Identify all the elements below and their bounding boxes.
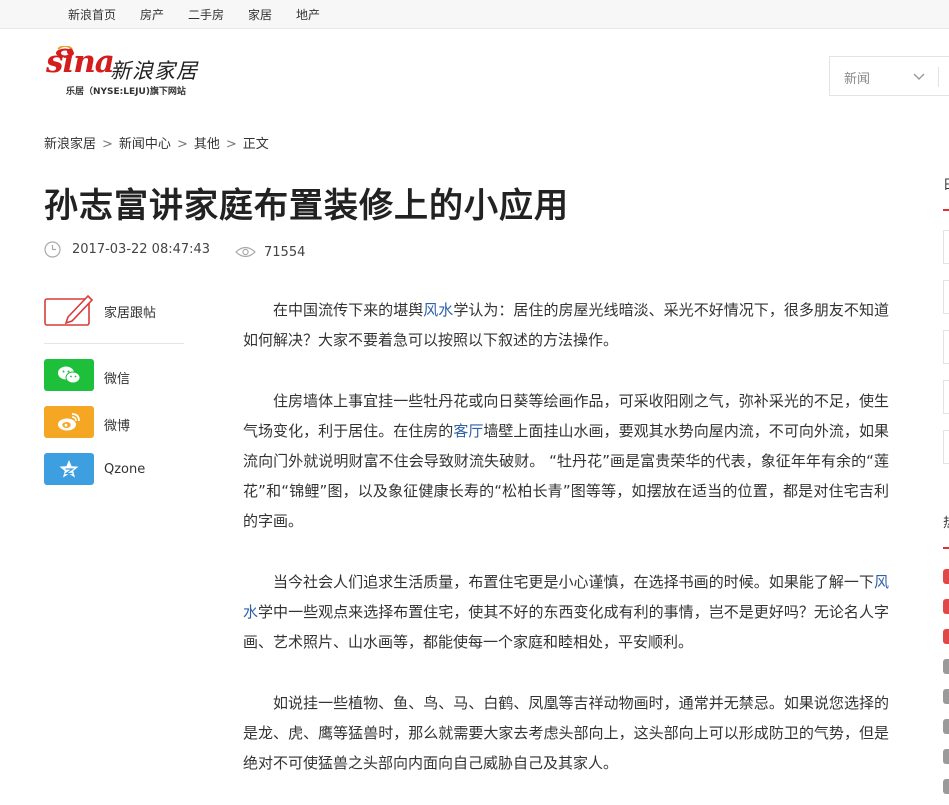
paragraph-text: 学中一些观点来选择布置住宅，使其不好的东西变化成有利的事情，岂不是更好吗？无论名… xyxy=(243,603,889,651)
keyword-link-living-room[interactable]: 客厅 xyxy=(453,422,483,440)
logo-subtitle: 乐居（NYSE:LEJU)旗下网站 xyxy=(66,87,186,97)
breadcrumb-item-current: 正文 xyxy=(242,137,269,152)
article-paragraph: 在中国流传下来的堪舆风水学认为：居住的房屋光线暗淡、采光不好情况下，很多朋友不知… xyxy=(243,295,889,355)
topnav-item-property[interactable]: 地产 xyxy=(296,6,320,23)
article-paragraph: 当今社会人们追求生活质量，布置住宅更是小心谨慎，在选择书画的时候。如果能了解一下… xyxy=(243,567,889,657)
breadcrumb-separator: > xyxy=(225,137,237,152)
breadcrumb-item-home[interactable]: 新浪家居 xyxy=(44,133,96,152)
paragraph-text: 如说挂一些植物、鱼、鸟、马、白鹤、凤凰等吉祥动物画时，通常并无禁忌。如果说您选择… xyxy=(243,694,889,772)
breadcrumb-separator: > xyxy=(102,137,113,152)
logo-brand-text: sina xyxy=(46,44,115,80)
share-qzone-label[interactable]: Qzone xyxy=(104,462,145,477)
article-paragraph: 如说挂一些植物、鱼、鸟、马、白鹤、凤凰等吉祥动物画时，通常并无禁忌。如果说您选择… xyxy=(243,688,889,778)
paragraph-text: 当今社会人们追求生活质量，布置住宅更是小心谨慎，在选择书画的时候。如果能了解一下 xyxy=(273,573,874,591)
right-sidebar-tab[interactable] xyxy=(943,230,949,264)
qzone-star-icon xyxy=(59,460,79,478)
share-wechat-label[interactable]: 微信 xyxy=(104,368,130,387)
rank-badge xyxy=(943,599,949,614)
topnav-item-sina-home[interactable]: 新浪首页 xyxy=(68,6,116,23)
share-divider xyxy=(44,343,184,344)
search-divider xyxy=(938,67,939,87)
share-wechat-button[interactable] xyxy=(44,359,94,391)
right-sidebar-hot-heading-cut: 热 xyxy=(943,512,949,531)
right-sidebar-tab[interactable] xyxy=(943,430,949,464)
topnav-item-home[interactable]: 家居 xyxy=(248,6,272,23)
article-body: 在中国流传下来的堪舆风水学认为：居住的房屋光线暗淡、采光不好情况下，很多朋友不知… xyxy=(243,295,889,805)
views-eye-icon xyxy=(235,246,256,258)
right-sidebar-rule xyxy=(943,209,949,211)
search-category-select[interactable]: 新闻 xyxy=(829,56,949,96)
chevron-down-icon xyxy=(913,73,925,80)
site-logo[interactable]: sina 新浪家居 乐居（NYSE:LEJU)旗下网站 xyxy=(46,44,216,100)
article-paragraph: 住房墙体上事宜挂一些牡丹花或向日葵等绘画作品，可采收阳刚之气，弥补采光的不足，使… xyxy=(243,386,889,536)
topnav-item-second-hand[interactable]: 二手房 xyxy=(188,6,224,23)
paragraph-text: 在中国流传下来的堪舆 xyxy=(273,301,424,319)
breadcrumb: 新浪家居 > 新闻中心 > 其他 > 正文 xyxy=(44,133,269,152)
article-title: 孙志富讲家庭布置装修上的小应用 xyxy=(44,186,569,226)
keyword-link-fengshui[interactable]: 风水 xyxy=(423,301,453,319)
rank-badge xyxy=(943,719,949,734)
article-view-count: 71554 xyxy=(264,245,306,260)
share-weibo-label[interactable]: 微博 xyxy=(104,415,130,434)
rank-badge xyxy=(943,659,949,674)
share-qzone-button[interactable] xyxy=(44,453,94,485)
share-weibo-button[interactable] xyxy=(44,406,94,438)
right-sidebar-tab[interactable] xyxy=(943,380,949,414)
rank-badge xyxy=(943,629,949,644)
comment-pen-icon[interactable] xyxy=(44,293,94,327)
rank-badge xyxy=(943,779,949,794)
clock-icon xyxy=(44,241,61,258)
top-nav-bar: 新浪首页 房产 二手房 家居 地产 xyxy=(0,0,949,29)
topnav-item-house[interactable]: 房产 xyxy=(140,6,164,23)
comment-label[interactable]: 家居跟帖 xyxy=(104,302,156,321)
logo-site-name: 新浪家居 xyxy=(110,59,198,83)
right-sidebar-tab[interactable] xyxy=(943,330,949,364)
search-category-label: 新闻 xyxy=(844,72,871,87)
right-sidebar-tab[interactable] xyxy=(943,280,949,314)
wechat-icon xyxy=(58,366,81,384)
rank-badge xyxy=(943,749,949,764)
rank-badge xyxy=(943,569,949,584)
breadcrumb-item-other[interactable]: 其他 xyxy=(194,133,220,152)
breadcrumb-separator: > xyxy=(176,137,188,152)
right-sidebar-rule xyxy=(943,547,949,549)
rank-badge xyxy=(943,689,949,704)
article-date: 2017-03-22 08:47:43 xyxy=(72,242,211,257)
right-sidebar-heading-cut: 日 xyxy=(943,174,949,193)
breadcrumb-item-news-center[interactable]: 新闻中心 xyxy=(119,133,171,152)
weibo-icon xyxy=(58,413,80,431)
